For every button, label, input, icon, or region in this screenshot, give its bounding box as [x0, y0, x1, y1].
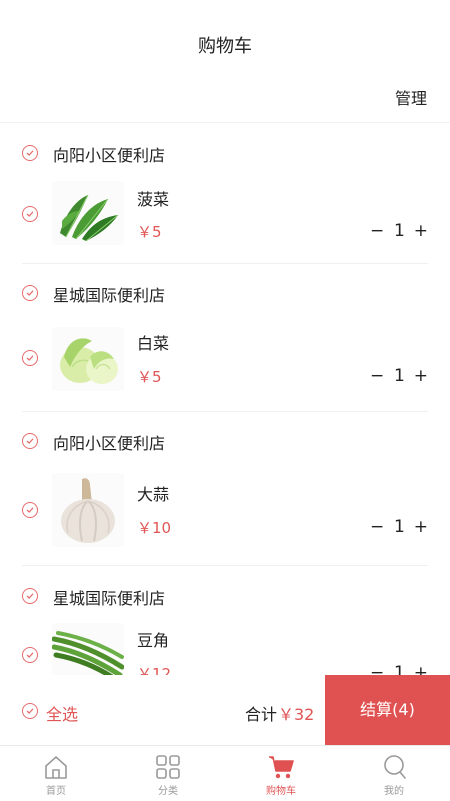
item-select-checkbox[interactable]: [22, 206, 38, 222]
item-select-checkbox[interactable]: [22, 350, 38, 366]
product-price: ￥10: [137, 519, 172, 537]
item-select-checkbox[interactable]: [22, 502, 38, 518]
group-divider: [22, 411, 428, 412]
store-name[interactable]: 星城国际便利店: [53, 585, 165, 609]
grid-icon: [156, 755, 180, 779]
product-image-cabbage[interactable]: [52, 327, 124, 391]
user-icon: [384, 755, 406, 779]
page-title: 购物车: [198, 36, 252, 57]
quantity-value: 1: [394, 221, 405, 241]
cart-icon: [269, 756, 294, 779]
store-name[interactable]: 向阳小区便利店: [53, 430, 165, 454]
decrease-quantity-button[interactable]: −: [370, 366, 384, 386]
quantity-value: 1: [394, 517, 405, 537]
tab-label: 我的: [384, 786, 404, 797]
select-all-checkbox[interactable]: [22, 703, 38, 719]
checkout-button[interactable]: 结算(4): [325, 675, 450, 745]
check-icon: [26, 652, 34, 658]
select-all-label[interactable]: 全选: [46, 701, 78, 725]
product-price: ￥5: [137, 368, 162, 386]
tab-profile[interactable]: 我的: [338, 746, 450, 801]
tab-home[interactable]: 首页: [0, 746, 112, 801]
store-name[interactable]: 星城国际便利店: [53, 282, 165, 306]
item-select-checkbox[interactable]: [22, 647, 38, 663]
group-divider: [22, 565, 428, 566]
store-select-checkbox[interactable]: [22, 145, 38, 161]
product-name[interactable]: 白菜: [137, 330, 169, 354]
increase-quantity-button[interactable]: +: [414, 663, 428, 675]
tab-cart[interactable]: 购物车: [225, 746, 337, 801]
quantity-stepper: − 1 +: [370, 517, 428, 539]
check-icon: [26, 438, 34, 444]
check-icon: [26, 290, 34, 296]
quantity-stepper: − 1 +: [370, 221, 428, 243]
check-icon: [26, 708, 34, 714]
total-label: 合计: [245, 705, 278, 724]
product-price: ￥5: [137, 223, 162, 241]
product-image-green-beans[interactable]: [52, 623, 124, 675]
check-icon: [26, 593, 34, 599]
decrease-quantity-button[interactable]: −: [370, 517, 384, 537]
store-select-checkbox[interactable]: [22, 588, 38, 604]
increase-quantity-button[interactable]: +: [414, 517, 428, 537]
tab-label: 分类: [158, 786, 178, 797]
increase-quantity-button[interactable]: +: [414, 221, 428, 241]
check-icon: [26, 355, 34, 361]
manage-button[interactable]: 管理: [395, 85, 427, 109]
check-icon: [26, 211, 34, 217]
product-name[interactable]: 豆角: [137, 627, 169, 651]
cart-list[interactable]: 向阳小区便利店 菠菜 ￥5 − 1 + 星城国际便利店 白菜 ￥5 − 1 + …: [0, 123, 450, 675]
increase-quantity-button[interactable]: +: [414, 366, 428, 386]
decrease-quantity-button[interactable]: −: [370, 663, 384, 675]
tab-label: 首页: [46, 786, 66, 797]
store-select-checkbox[interactable]: [22, 433, 38, 449]
check-icon: [26, 150, 34, 156]
quantity-stepper: − 1 +: [370, 366, 428, 388]
product-image-spinach[interactable]: [52, 181, 124, 245]
total-value: ￥32: [278, 705, 315, 724]
product-image-garlic[interactable]: [52, 473, 124, 547]
cart-summary-bar: 全选 合计 ￥32 结算(4): [0, 675, 450, 745]
product-name[interactable]: 大蒜: [137, 481, 169, 505]
bottom-tab-bar: 首页 分类 购物车 我的: [0, 745, 450, 801]
quantity-value: 1: [394, 366, 405, 386]
tab-label: 购物车: [266, 786, 296, 797]
tab-category[interactable]: 分类: [112, 746, 224, 801]
nav-bar: 购物车 管理: [0, 0, 450, 108]
product-price: ￥12: [137, 665, 172, 675]
decrease-quantity-button[interactable]: −: [370, 221, 384, 241]
quantity-value: 1: [394, 663, 405, 675]
product-name[interactable]: 菠菜: [137, 186, 169, 210]
check-icon: [26, 507, 34, 513]
group-divider: [22, 263, 428, 264]
quantity-stepper: − 1 +: [370, 663, 428, 675]
store-name[interactable]: 向阳小区便利店: [53, 142, 165, 166]
home-icon: [45, 756, 67, 779]
store-select-checkbox[interactable]: [22, 285, 38, 301]
